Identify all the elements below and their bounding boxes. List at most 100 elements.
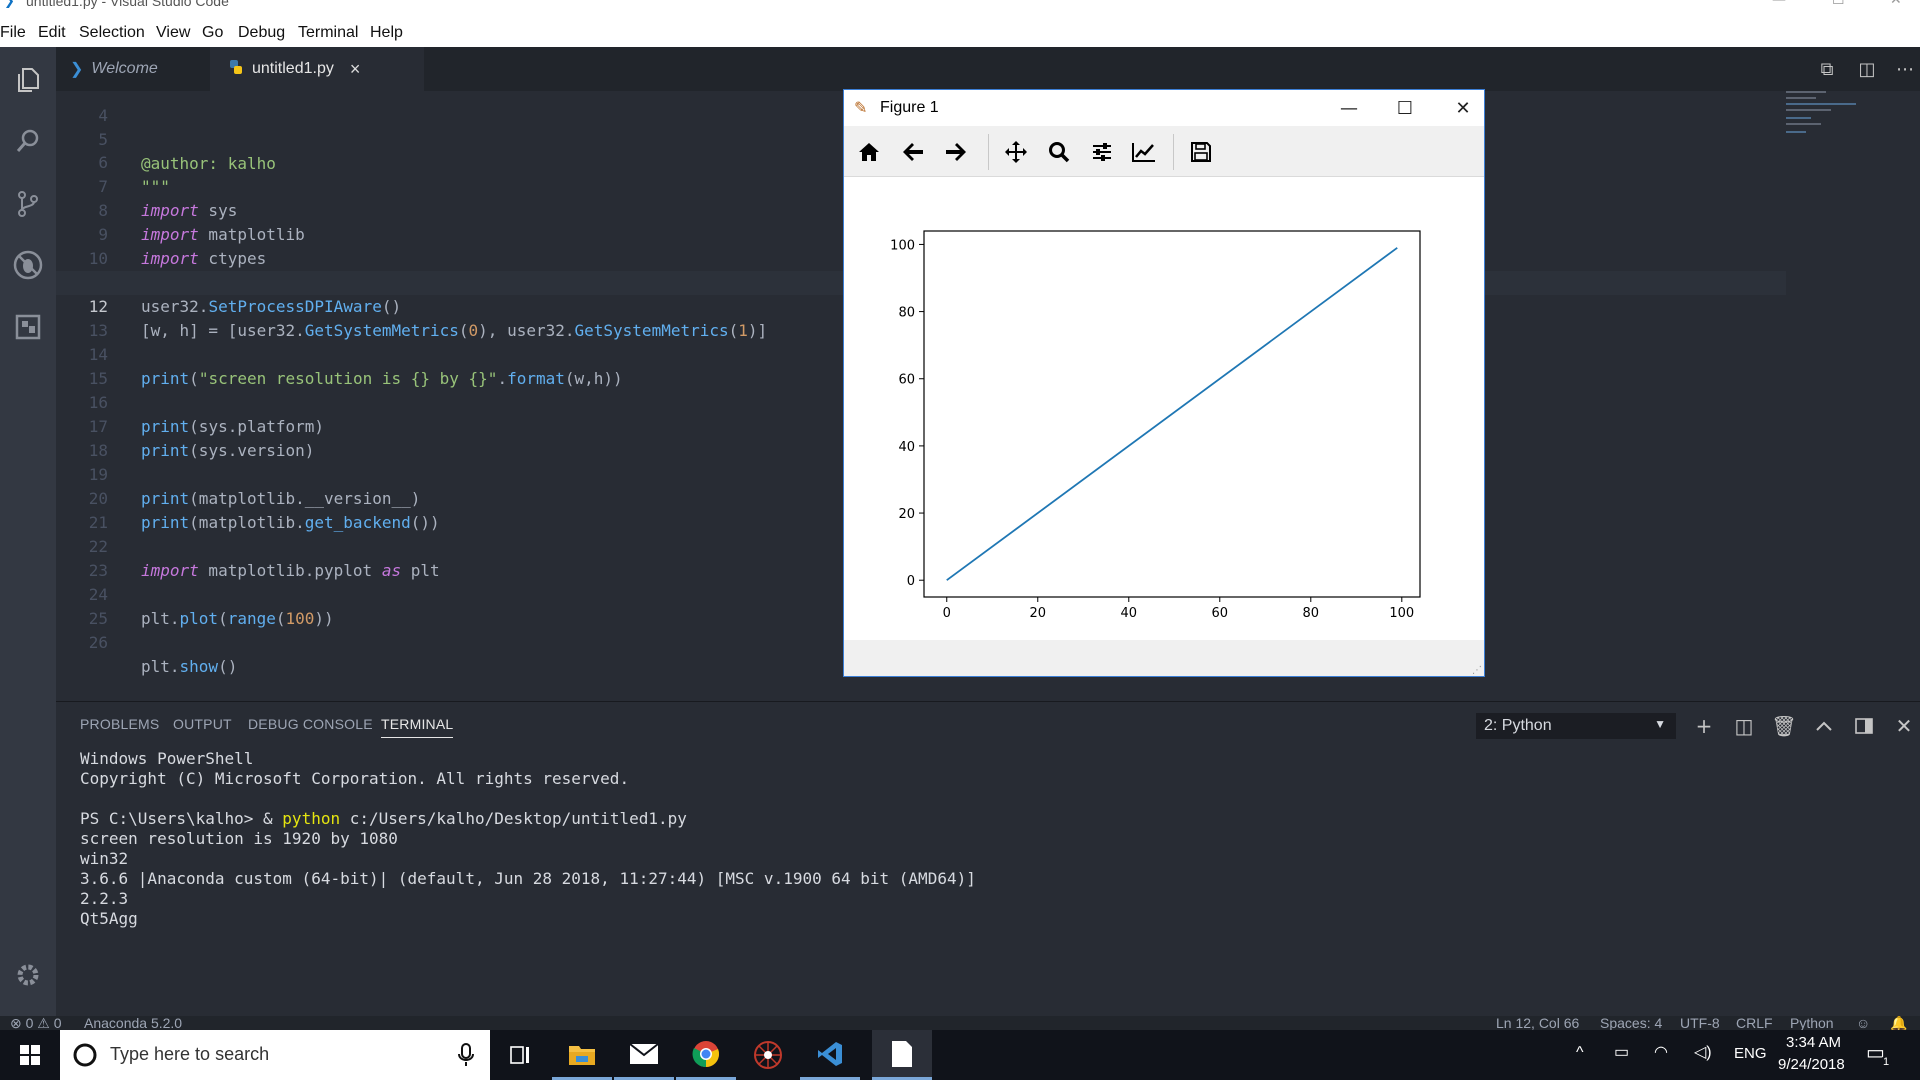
close-icon[interactable]: ✕ — [1440, 94, 1486, 122]
encoding-status[interactable]: UTF-8 — [1680, 1016, 1720, 1030]
menu-debug[interactable]: Debug — [238, 24, 285, 42]
cortana-icon — [73, 1043, 97, 1067]
toolbar-separator — [1173, 134, 1174, 170]
tab-problems[interactable]: PROBLEMS — [80, 716, 159, 732]
eol-status[interactable]: CRLF — [1736, 1016, 1773, 1030]
chrome-icon[interactable] — [676, 1030, 736, 1080]
search-placeholder: Type here to search — [110, 1044, 270, 1064]
vscode-icon[interactable] — [800, 1030, 860, 1080]
chevron-up-icon[interactable] — [1810, 712, 1838, 740]
warning-count: 0 — [53, 1016, 62, 1030]
figure-status-bar: ⋰ — [844, 652, 1484, 676]
trash-icon[interactable]: 🗑 — [1770, 712, 1798, 740]
volume-icon[interactable]: ◁) — [1694, 1042, 1712, 1062]
y-tick-label: 40 — [898, 440, 915, 455]
interpreter-status[interactable]: Anaconda 5.2.0 — [84, 1016, 182, 1030]
tab-label: Welcome — [91, 60, 158, 77]
terminal-line: win32 — [80, 849, 129, 868]
feedback-icon[interactable]: ☺ — [1856, 1016, 1870, 1030]
home-icon[interactable] — [852, 136, 886, 168]
close-icon[interactable]: × — [350, 59, 361, 80]
taskbar-search-box[interactable]: Type here to search — [60, 1030, 490, 1080]
minimap[interactable] — [1786, 91, 1866, 151]
vscode-icon: ❯ — [4, 0, 15, 9]
chevron-up-icon[interactable]: ^ — [1576, 1044, 1584, 1062]
extensions-icon[interactable] — [8, 307, 48, 347]
problems-indicator[interactable]: ⊗ 0 ⚠ 0 — [10, 1016, 62, 1030]
back-arrow-icon[interactable] — [896, 136, 930, 168]
mail-icon[interactable] — [614, 1030, 674, 1080]
tab-debug-console[interactable]: DEBUG CONSOLE — [248, 716, 373, 732]
menu-terminal[interactable]: Terminal — [298, 24, 358, 42]
x-tick-label: 0 — [943, 606, 951, 621]
figure-title: Figure 1 — [880, 99, 939, 116]
figure-toolbar — [844, 126, 1484, 177]
line-chart: 0 20 40 60 80 100 0 20 40 60 80 100 — [890, 230, 1421, 621]
debug-icon[interactable] — [8, 245, 48, 285]
menu-edit[interactable]: Edit — [38, 24, 66, 42]
split-icon[interactable]: ◫ — [1730, 712, 1758, 740]
pan-icon[interactable] — [999, 136, 1033, 168]
figure-canvas[interactable]: 0 20 40 60 80 100 0 20 40 60 80 100 — [844, 177, 1484, 640]
menu-file[interactable]: File — [0, 24, 26, 42]
open-changes-icon[interactable]: ⧉ — [1814, 57, 1840, 81]
terminal-line: Windows PowerShell — [80, 749, 254, 768]
maximize-panel-icon[interactable] — [1850, 712, 1878, 740]
search-icon[interactable] — [8, 121, 48, 161]
gear-icon[interactable] — [8, 955, 48, 995]
source-control-icon[interactable] — [8, 184, 48, 224]
close-icon[interactable]: ✕ — [1890, 0, 1902, 8]
y-tick-label: 60 — [898, 373, 915, 388]
tools-icon: ✎ — [854, 98, 868, 117]
explorer-icon[interactable] — [8, 60, 48, 100]
split-editor-icon[interactable]: ◫ — [1854, 57, 1880, 81]
subplots-icon[interactable] — [1085, 136, 1119, 168]
error-count: 0 — [25, 1016, 34, 1030]
cursor-position[interactable]: Ln 12, Col 66 — [1496, 1016, 1579, 1030]
clock-date[interactable]: 9/24/2018 — [1778, 1056, 1845, 1073]
task-view-icon[interactable] — [490, 1030, 550, 1080]
plus-icon[interactable]: + — [1690, 712, 1718, 740]
file-explorer-icon[interactable] — [552, 1030, 612, 1080]
title-bar: ❯ untitled1.py - Visual Studio Code — ☐ … — [0, 0, 1920, 12]
menu-bar: File Edit Selection View Go Debug Termin… — [0, 12, 1920, 48]
language-indicator[interactable]: ENG — [1734, 1045, 1767, 1062]
menu-view[interactable]: View — [156, 24, 190, 42]
figure-title-bar: ✎ Figure 1 — ☐ ✕ — [844, 90, 1484, 126]
windows-taskbar: Type here to search ^ ▭ ◠ ◁) ENG 3:34 AM… — [0, 1030, 1920, 1080]
bell-icon[interactable]: 🔔 — [1890, 1016, 1907, 1030]
tab-label: untitled1.py — [252, 60, 334, 77]
forward-arrow-icon[interactable] — [939, 136, 973, 168]
toolbar-separator — [988, 134, 989, 170]
maximize-icon[interactable]: ☐ — [1382, 94, 1428, 122]
menu-selection[interactable]: Selection — [79, 24, 145, 42]
battery-icon[interactable]: ▭ — [1614, 1042, 1629, 1062]
zoom-icon[interactable] — [1042, 136, 1076, 168]
menu-go[interactable]: Go — [202, 24, 223, 42]
maximize-icon[interactable]: ☐ — [1832, 0, 1845, 8]
language-status[interactable]: Python — [1790, 1016, 1834, 1030]
edit-axes-icon[interactable] — [1127, 136, 1161, 168]
clock-time[interactable]: 3:34 AM — [1786, 1034, 1841, 1051]
windows-start-icon[interactable] — [0, 1030, 60, 1080]
more-actions-icon[interactable]: ⋯ — [1892, 57, 1918, 81]
minimize-icon[interactable]: — — [1326, 94, 1372, 122]
microphone-icon[interactable] — [458, 1043, 474, 1067]
tab-terminal[interactable]: TERMINAL — [381, 716, 454, 738]
tab-output[interactable]: OUTPUT — [173, 716, 232, 732]
menu-help[interactable]: Help — [370, 24, 403, 42]
terminal-select[interactable]: 2: Python ▼ — [1476, 713, 1676, 739]
resize-grip-icon[interactable]: ⋰ — [1472, 665, 1482, 676]
wifi-icon[interactable]: ◠ — [1654, 1042, 1668, 1062]
minimize-icon[interactable]: — — [1772, 0, 1786, 8]
save-icon[interactable] — [1184, 136, 1218, 168]
x-tick-label: 20 — [1029, 606, 1046, 621]
bottom-panel: PROBLEMS OUTPUT DEBUG CONSOLE TERMINAL 2… — [56, 701, 1920, 1017]
dropdown-arrow-icon: ▼ — [1654, 717, 1666, 731]
terminal-prompt: PS C:\Users\kalho> & — [80, 809, 283, 828]
y-tick-label: 80 — [898, 306, 915, 321]
indent-status[interactable]: Spaces: 4 — [1600, 1016, 1662, 1030]
document-icon[interactable] — [872, 1030, 932, 1080]
spider-icon[interactable] — [738, 1030, 798, 1080]
close-panel-icon[interactable]: ✕ — [1890, 712, 1918, 740]
